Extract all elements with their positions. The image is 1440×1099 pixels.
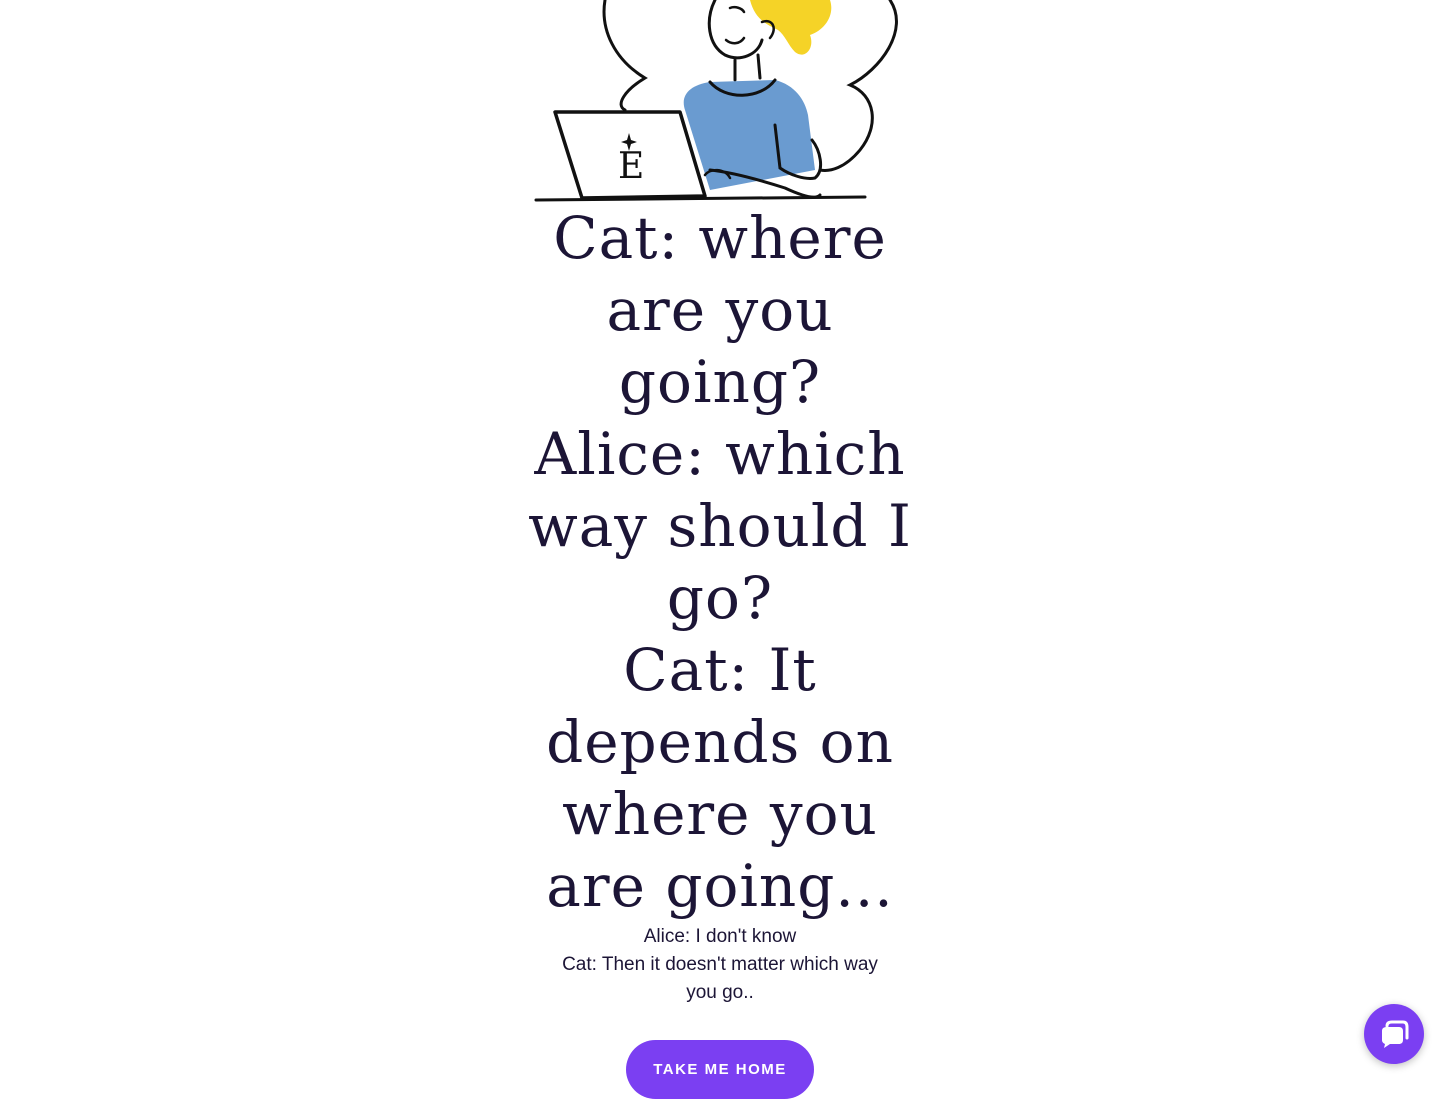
headline-line: Alice: which: [534, 420, 906, 488]
headline-line: where you: [562, 780, 878, 848]
headline-line: are going...: [546, 852, 894, 920]
headline-line: going?: [618, 348, 822, 416]
headline-line: way should I: [528, 492, 912, 560]
headline-line: Cat: It: [623, 636, 817, 704]
headline-line: go?: [666, 564, 774, 632]
chat-bubble-icon: [1382, 1020, 1409, 1048]
headline-line: depends on: [546, 708, 894, 776]
laptop-logo: E: [618, 146, 644, 187]
person-at-laptop-illustration: E: [534, 0, 898, 202]
hero-illustration: E: [530, 0, 910, 210]
take-me-home-button[interactable]: TAKE ME HOME: [626, 1040, 814, 1099]
page-subtext: Alice: I don't know Cat: Then it doesn't…: [540, 923, 900, 1007]
subtext-line: Alice: I don't know: [643, 926, 797, 947]
subtext-line: you go..: [686, 982, 754, 1003]
page-headline: Cat: where are you going? Alice: which w…: [520, 202, 920, 922]
chat-widget-button[interactable]: [1364, 1004, 1424, 1064]
headline-line: are you: [606, 276, 834, 344]
headline-line: Cat: where: [553, 204, 887, 272]
subtext-line: Cat: Then it doesn't matter which way: [562, 954, 878, 975]
